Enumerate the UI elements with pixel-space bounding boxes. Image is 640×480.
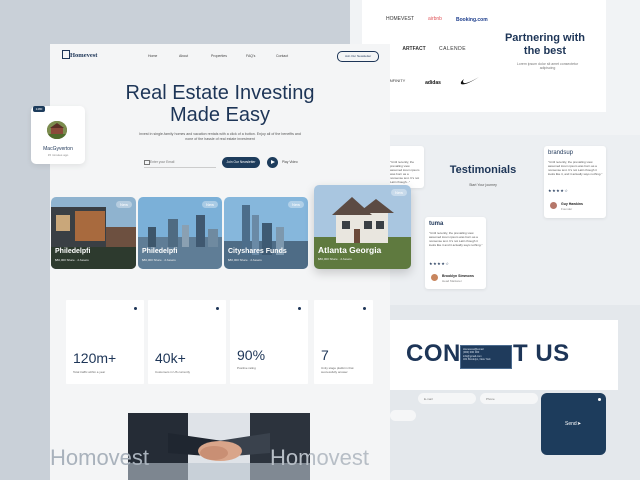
dot-icon xyxy=(598,398,601,401)
phone-field-label: Phone xyxy=(486,397,495,401)
testimonials-subtitle: Start Your journey xyxy=(469,183,497,187)
hero-newsletter-button[interactable]: Join Our Newsletter xyxy=(222,157,260,168)
contact-field[interactable] xyxy=(390,410,416,421)
partner-logo-calende: CALENDE xyxy=(439,46,467,52)
property-meta: $80,000 Share · 2 Assets xyxy=(318,257,352,261)
play-video-label[interactable]: Play Video xyxy=(282,160,298,164)
property-meta: $80,000 Share · 2 Assets xyxy=(142,258,176,262)
hero-subtitle: Invest in single-family homes and vacati… xyxy=(139,132,301,141)
testimonial-card: brandsup "Until recently, the prevailing… xyxy=(544,146,606,218)
property-title: Atlanta Georgia xyxy=(318,245,382,255)
testimonial-person-name: Guy Hawkins xyxy=(561,202,583,206)
dot-icon xyxy=(134,307,137,310)
property-meta: $80,000 Share · 2 Assets xyxy=(228,258,262,262)
property-card[interactable]: New Philedelpfi $80,000 Share · 2 Assets xyxy=(51,197,136,269)
property-card[interactable]: New Philedelpfi $80,000 Share · 2 Assets xyxy=(138,197,222,269)
email-input-underline xyxy=(144,167,216,168)
dot-icon xyxy=(298,307,301,310)
send-button[interactable]: Send ➤ xyxy=(541,393,606,455)
nav-link-about[interactable]: About xyxy=(179,54,188,58)
property-meta: $80,000 Share · 2 Assets xyxy=(55,258,89,262)
profile-name: MacGyverton xyxy=(43,146,73,152)
testimonials-title: Testimonials xyxy=(449,164,517,176)
testimonial-brand: brandsup xyxy=(548,150,574,156)
hero-title: Real Estate Investing Made Easy xyxy=(125,82,315,126)
email-input[interactable]: Enter your Email xyxy=(150,160,174,164)
avatar xyxy=(47,121,67,139)
partner-logo-booking: Booking.com xyxy=(456,17,488,23)
partners-subtitle: Lorem ipsum dolor sit amet consectetur a… xyxy=(516,62,579,70)
nav-link-contact[interactable]: Contact xyxy=(276,54,288,58)
contact-info-card: Homevest@email (000) 000 000 info@gmail.… xyxy=(460,345,512,369)
testimonial-person-role: Founder xyxy=(561,207,573,211)
partner-logo-adidas: adidas xyxy=(425,80,441,86)
newsletter-button[interactable]: Join Our Newsletter xyxy=(337,51,379,62)
stat-card: 7 Unity stage platform that successfully… xyxy=(314,300,373,384)
testimonial-quote: "Until recently, the prevailing view ass… xyxy=(429,231,483,247)
play-icon xyxy=(271,160,275,164)
stat-label: Positive rating xyxy=(237,366,256,370)
dot-icon xyxy=(363,307,366,310)
testimonial-brand: tuma xyxy=(429,221,444,227)
nike-swoosh-icon xyxy=(459,70,481,92)
logo-icon xyxy=(62,50,70,59)
stat-value: 40k+ xyxy=(155,350,186,366)
testimonial-quote: "Until recently, the prevailing view ass… xyxy=(548,160,603,176)
property-title: Cityshares Funds xyxy=(228,248,287,255)
new-badge: New xyxy=(390,189,407,196)
email-field[interactable]: E-mail xyxy=(418,393,476,404)
property-title: Philedelpfi xyxy=(55,248,91,255)
testimonial-person-role: Head Marketer xyxy=(442,279,462,283)
testimonial-person-name: Brooklyn Simmons xyxy=(442,274,474,278)
dot-icon xyxy=(216,307,219,310)
site-logo[interactable]: Homevest xyxy=(70,52,97,59)
send-arrow-icon: ➤ xyxy=(577,421,582,427)
testimonial-card: tuma "Until recently, the prevailing vie… xyxy=(425,217,486,289)
profile-badge: 1480 xyxy=(33,106,45,112)
footer-watermark-right: Homovest xyxy=(270,445,370,470)
property-card-featured[interactable]: New Atlanta Georgia $80,000 Share · 2 As… xyxy=(314,185,411,269)
contact-line: 321 Brooklyn, New York xyxy=(463,358,491,362)
send-button-label: Send xyxy=(565,421,577,427)
property-title: Philedelpfi xyxy=(142,248,178,255)
contact-title-left: CON xyxy=(406,340,461,367)
partner-logo-airbnb: airbnb xyxy=(428,16,442,22)
stat-card: 90% Positive rating xyxy=(230,300,308,384)
stat-card: 40k+ Customers in US currently xyxy=(148,300,226,384)
rating-stars: ★★★★☆ xyxy=(429,261,450,266)
phone-field[interactable]: Phone xyxy=(480,393,538,404)
new-badge: New xyxy=(201,201,218,208)
email-field-label: E-mail xyxy=(424,397,433,401)
nav-link-home[interactable]: Home xyxy=(148,54,157,58)
new-badge: New xyxy=(115,201,132,208)
stat-value: 90% xyxy=(237,347,266,363)
testimonial-quote: "Until recently, the prevailing view ass… xyxy=(390,160,420,184)
avatar xyxy=(550,202,557,209)
partner-logo-homevest: HOMEVEST xyxy=(386,16,415,22)
stat-value: 120m+ xyxy=(73,350,117,366)
avatar xyxy=(431,274,438,281)
stat-card: 120m+ Total traffic within a year xyxy=(66,300,144,384)
profile-timestamp: 15 minutes ago xyxy=(47,153,69,157)
stat-label: Total traffic within a year xyxy=(73,370,106,374)
stat-label: Customers in US currently xyxy=(155,370,191,374)
testimonial-card-partial: "Until recently, the prevailing view ass… xyxy=(388,146,424,188)
partners-title: Partnering with the best xyxy=(504,32,586,57)
stat-label: Unity stage platform that successfully a… xyxy=(321,366,354,374)
contact-title-right: T US xyxy=(513,340,570,367)
stat-value: 7 xyxy=(321,347,329,363)
partner-logo-artfact: ARTFACT xyxy=(402,46,426,52)
nav-link-properties[interactable]: Properties xyxy=(211,54,227,58)
footer-watermark-left: Homovest xyxy=(50,445,150,470)
rating-stars: ★★★★☆ xyxy=(548,188,569,193)
property-card[interactable]: New Cityshares Funds $80,000 Share · 2 A… xyxy=(224,197,308,269)
play-button[interactable] xyxy=(267,157,278,168)
new-badge: New xyxy=(287,201,304,208)
nav-link-faq[interactable]: FAQ's xyxy=(246,54,255,58)
